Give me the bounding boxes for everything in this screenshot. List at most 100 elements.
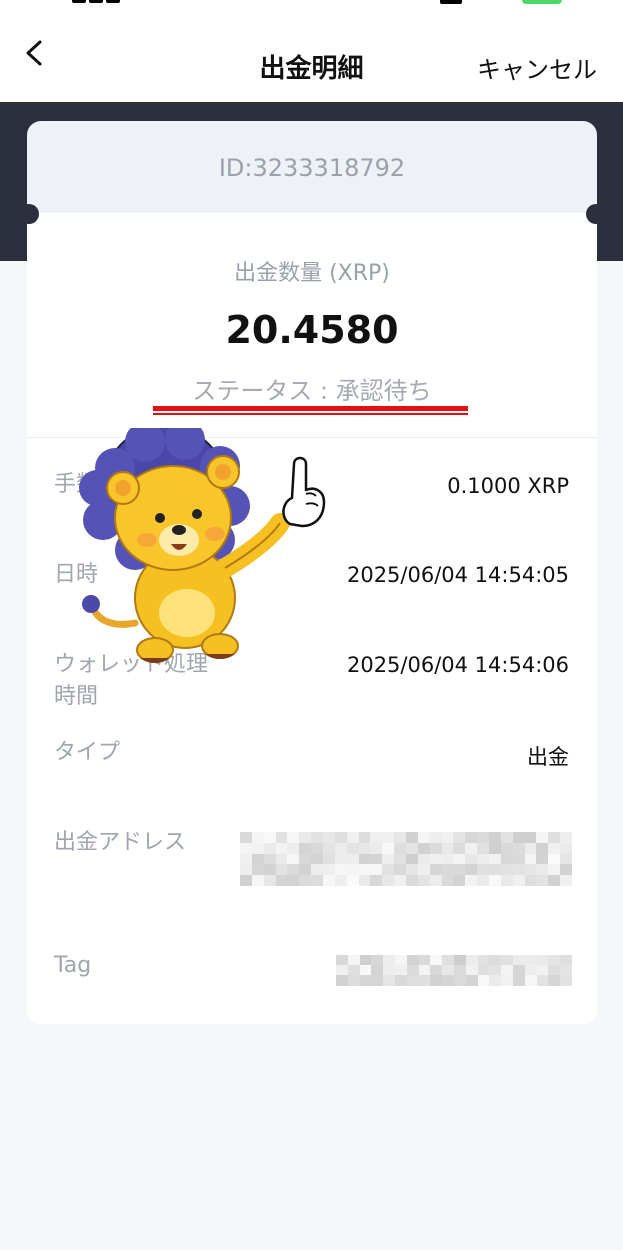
redaction-cell <box>418 955 431 966</box>
redaction-cell <box>263 842 277 855</box>
redaction-cell <box>513 975 526 986</box>
redaction-cell <box>536 864 549 876</box>
redaction-cell <box>358 853 371 865</box>
redaction-cell <box>548 842 561 855</box>
redaction-cell <box>406 842 419 855</box>
redaction-cell <box>429 853 443 865</box>
redaction-cell <box>501 975 514 986</box>
status-underline-thin <box>153 413 468 415</box>
redaction-cell <box>287 842 300 855</box>
nav-bar: 出金明細 キャンセル <box>0 14 623 102</box>
redaction-cell <box>429 864 443 876</box>
redaction-cell <box>430 975 443 986</box>
redaction-cell <box>359 965 372 976</box>
redaction-cell <box>465 832 478 844</box>
redaction-cell <box>465 965 479 976</box>
redaction-cell <box>512 853 526 865</box>
redaction-cell <box>453 864 466 876</box>
redaction-cell <box>453 875 466 887</box>
redaction-cell <box>347 955 361 966</box>
wallet-processing-value: 2025/06/04 14:54:06 <box>346 653 569 677</box>
redaction-cell <box>346 832 360 844</box>
address-redacted <box>240 832 573 887</box>
redaction-cell <box>560 955 573 966</box>
redaction-cell <box>513 955 526 966</box>
redaction-cell <box>370 875 383 887</box>
redaction-cell <box>263 853 277 865</box>
redaction-cell <box>477 975 490 986</box>
redaction-cell <box>430 965 443 976</box>
redaction-cell <box>358 842 371 855</box>
redaction-cell <box>417 832 431 844</box>
redaction-cell <box>536 832 549 844</box>
redaction-cell <box>406 975 420 986</box>
redaction-cell <box>395 955 408 966</box>
redaction-cell <box>299 853 312 865</box>
redaction-cell <box>489 864 502 876</box>
redaction-cell <box>560 965 573 976</box>
redaction-cell <box>336 965 349 976</box>
redaction-cell <box>263 864 277 876</box>
redaction-cell <box>263 832 277 844</box>
redaction-cell <box>394 842 407 855</box>
redaction-cell <box>465 955 479 966</box>
redaction-cell <box>275 875 288 887</box>
cancel-button[interactable]: キャンセル <box>477 50 597 85</box>
redaction-cell <box>394 832 407 844</box>
status-underline <box>153 406 468 411</box>
redaction-cell <box>323 832 336 844</box>
redaction-cell <box>441 853 454 865</box>
redaction-cell <box>382 853 395 865</box>
redaction-cell <box>513 965 526 976</box>
status-time-cropped <box>72 0 172 4</box>
redaction-cell <box>251 853 265 865</box>
redaction-cell <box>489 965 502 976</box>
card-notch-left <box>19 204 39 224</box>
battery-icon <box>522 0 562 4</box>
redaction-cell <box>323 875 336 887</box>
redaction-cell <box>500 832 514 844</box>
redaction-cell <box>477 853 490 865</box>
redaction-cell <box>501 965 514 976</box>
redaction-cell <box>359 955 372 966</box>
wallet-processing-label-line2: 時間 <box>54 684 99 709</box>
redaction-cell <box>548 832 561 844</box>
redaction-cell <box>275 864 288 876</box>
redaction-cell <box>311 842 324 855</box>
redaction-cell <box>406 875 419 887</box>
redaction-cell <box>536 875 549 887</box>
redaction-cell <box>395 975 408 986</box>
redaction-cell <box>358 875 371 887</box>
redaction-cell <box>417 842 431 855</box>
redaction-cell <box>477 832 490 844</box>
redaction-cell <box>383 955 396 966</box>
redaction-cell <box>548 864 561 876</box>
redaction-cell <box>323 864 336 876</box>
redaction-cell <box>512 842 526 855</box>
redaction-cell <box>477 875 490 887</box>
redaction-cell <box>240 832 253 844</box>
redaction-cell <box>370 853 383 865</box>
redaction-cell <box>560 875 573 887</box>
redaction-cell <box>240 853 253 865</box>
redaction-cell <box>406 965 420 976</box>
amount-label: 出金数量 (XRP) <box>234 261 390 286</box>
redaction-cell <box>548 875 561 887</box>
redaction-cell <box>548 965 561 976</box>
redaction-cell <box>275 832 288 844</box>
redaction-cell <box>430 955 443 966</box>
redaction-cell <box>441 875 454 887</box>
redaction-cell <box>336 955 349 966</box>
redaction-cell <box>441 842 454 855</box>
status-text: ステータス : 承認待ち <box>192 377 432 405</box>
redaction-cell <box>334 842 348 855</box>
redaction-cell <box>336 975 349 986</box>
redaction-cell <box>382 864 395 876</box>
redaction-cell <box>560 842 573 855</box>
redaction-cell <box>417 875 431 887</box>
redaction-cell <box>275 853 288 865</box>
withdrawal-address-label: 出金アドレス <box>54 830 187 855</box>
redaction-cell <box>524 975 538 986</box>
redaction-cell <box>489 842 502 855</box>
redaction-cell <box>441 864 454 876</box>
